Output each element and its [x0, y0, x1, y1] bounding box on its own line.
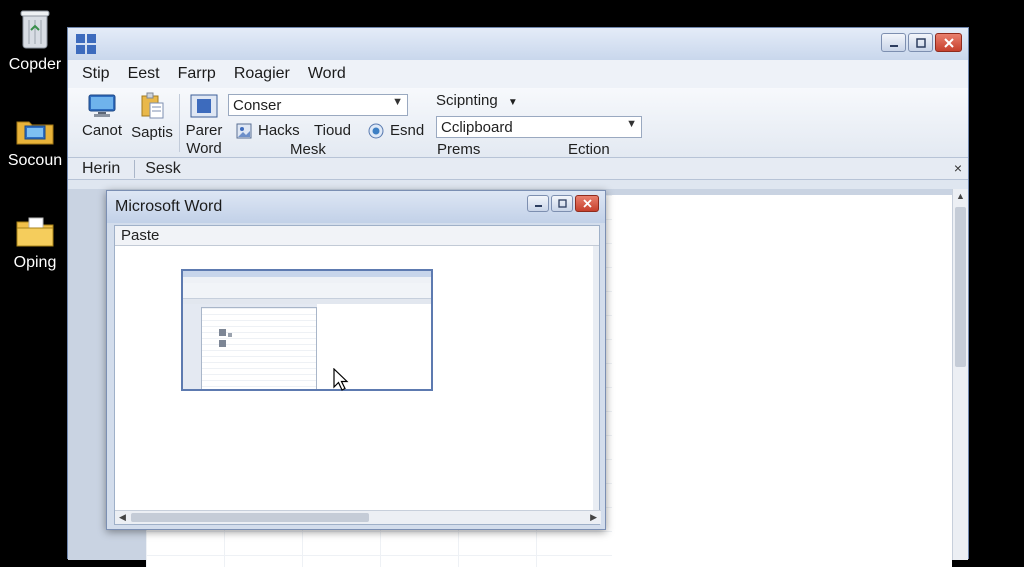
parer-button[interactable]: Parer Word	[184, 94, 224, 158]
dialog-titlebar[interactable]: Microsoft Word	[107, 191, 605, 223]
maximize-button[interactable]	[908, 33, 933, 52]
canot-button[interactable]: Canot	[80, 94, 124, 139]
saptis-button[interactable]: Saptis	[130, 92, 174, 141]
conser-value: Conser	[233, 96, 282, 114]
desktop-icon-label: Copder	[8, 56, 62, 73]
scroll-right-icon[interactable]: ▶	[590, 511, 597, 524]
mesk-group-label: Mesk	[290, 141, 326, 158]
microsoft-word-dialog: Microsoft Word Paste ◀ ▶	[106, 190, 606, 530]
ribbon-separator	[179, 94, 180, 152]
maximize-icon	[557, 199, 567, 208]
scroll-left-icon[interactable]: ◀	[119, 511, 126, 524]
windows-logo-icon	[76, 34, 96, 54]
close-tab-icon[interactable]: ×	[954, 160, 962, 176]
mouse-pointer-icon	[333, 368, 349, 391]
tab-sesk[interactable]: Sesk	[145, 160, 181, 178]
dialog-vertical-scrollbar[interactable]	[593, 246, 599, 512]
desktop-icon-recycle-bin[interactable]: Copder	[0, 8, 70, 74]
dialog-close-button[interactable]	[575, 195, 599, 212]
scipnting-dropdown[interactable]: Scipnting ▼	[436, 92, 518, 109]
window-thumbnail-preview[interactable]	[181, 269, 433, 391]
menu-bar: Stip Eest Farrp Roagier Word	[68, 60, 968, 88]
document-tab-strip: Herin Sesk ×	[68, 158, 968, 180]
paste-toolbar[interactable]: Paste	[115, 226, 599, 246]
clipboard-dropdown[interactable]: Cclipboard ▼	[436, 116, 642, 138]
computer-folder-icon	[16, 121, 54, 145]
main-titlebar[interactable]	[68, 28, 968, 60]
tioud-button[interactable]: Tioud	[314, 122, 351, 139]
tioud-label: Tioud	[314, 122, 351, 139]
chevron-down-icon: ▼	[626, 118, 637, 130]
close-icon	[943, 37, 954, 48]
thumbnail-document	[201, 307, 317, 389]
vertical-scrollbar[interactable]: ▲	[952, 189, 968, 560]
menu-item-word[interactable]: Word	[308, 65, 346, 83]
radio-icon	[368, 123, 384, 138]
conser-dropdown[interactable]: Conser ▼	[228, 94, 408, 116]
desktop-icon-label: Oping	[13, 254, 57, 271]
horizontal-scrollbar-thumb[interactable]	[131, 513, 369, 522]
dialog-horizontal-scrollbar[interactable]: ◀ ▶	[115, 510, 601, 524]
maximize-icon	[915, 37, 926, 48]
scroll-up-icon[interactable]: ▲	[953, 189, 968, 204]
paste-icon	[141, 92, 164, 119]
word-label: Word	[186, 140, 222, 157]
minimize-icon	[889, 44, 898, 47]
close-icon	[582, 199, 592, 208]
scipnting-label: Scipnting	[436, 92, 498, 109]
ection-group-label: Ection	[568, 141, 610, 158]
thumbnail-ribbon	[183, 283, 431, 299]
dialog-minimize-button[interactable]	[527, 195, 549, 212]
parer-label: Parer	[185, 122, 223, 139]
clipboard-value: Cclipboard	[441, 118, 513, 136]
dialog-title: Microsoft Word	[115, 198, 223, 215]
thumbnail-glyph-icon	[219, 329, 232, 347]
dialog-window-controls	[527, 195, 599, 212]
hacks-label: Hacks	[258, 122, 300, 139]
menu-item-farrp[interactable]: Farrp	[178, 65, 216, 83]
menu-item-stip[interactable]: Stip	[82, 65, 110, 83]
dialog-maximize-button[interactable]	[551, 195, 573, 212]
hacks-button[interactable]: Hacks	[236, 122, 300, 139]
image-icon	[236, 123, 252, 138]
canot-label: Canot	[81, 122, 123, 139]
tab-divider	[134, 159, 136, 178]
desktop: Copder Socoun Oping Stip Eest Farrp Roag…	[0, 0, 1024, 567]
recycle-bin-icon	[20, 10, 50, 49]
minimize-icon	[534, 205, 542, 207]
document-blank-region	[612, 195, 952, 567]
minimize-button[interactable]	[881, 33, 906, 52]
close-button[interactable]	[935, 33, 962, 52]
tab-herin[interactable]: Herin	[82, 160, 120, 178]
menu-item-roagier[interactable]: Roagier	[234, 65, 290, 83]
menu-item-eest[interactable]: Eest	[128, 65, 160, 83]
chevron-down-icon: ▼	[507, 97, 518, 108]
esnd-label: Esnd	[390, 122, 425, 139]
chevron-down-icon: ▼	[392, 96, 403, 108]
ribbon: Canot Saptis Parer Word Conser ▼ Hacks T…	[68, 88, 968, 158]
desktop-icon-label: Socoun	[7, 152, 63, 169]
desktop-icon-computer[interactable]: Socoun	[0, 116, 70, 170]
paste-label: Paste	[121, 227, 160, 244]
desktop-icon-folder[interactable]: Oping	[0, 216, 70, 272]
scrollbar-thumb[interactable]	[955, 207, 966, 367]
window-controls	[881, 33, 962, 52]
dialog-body: Paste ◀ ▶	[114, 225, 601, 525]
monitor-icon	[88, 94, 116, 117]
prems-group-label: Prems	[437, 141, 481, 158]
layout-icon	[190, 94, 218, 118]
folder-icon	[16, 217, 54, 247]
saptis-label: Saptis	[131, 124, 173, 141]
esnd-button[interactable]: Esnd	[368, 122, 424, 139]
